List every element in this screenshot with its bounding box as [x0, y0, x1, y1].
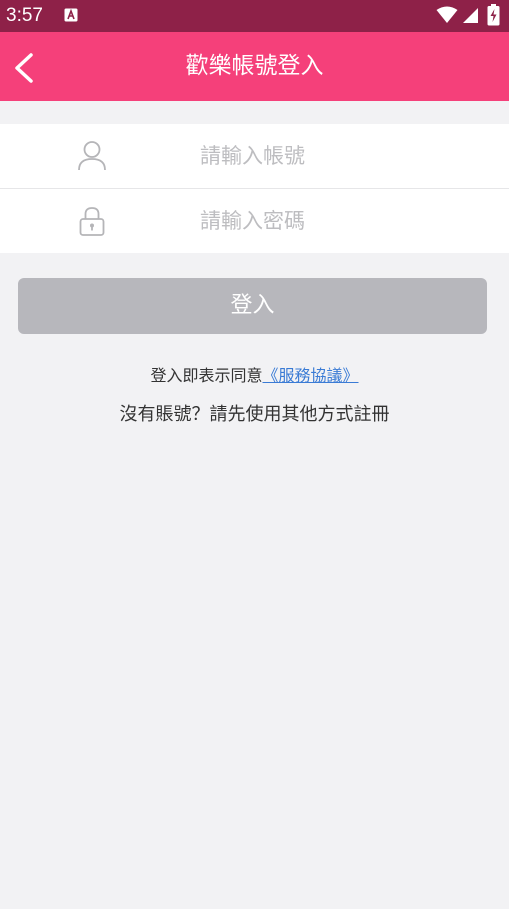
service-agreement-link[interactable]: 《服務協議》 — [263, 366, 359, 385]
a-notification-icon — [64, 8, 78, 22]
user-icon — [78, 141, 106, 171]
page-title: 歡樂帳號登入 — [185, 53, 324, 79]
lock-icon — [79, 207, 105, 236]
agreement-prefix: 登入即表示同意 — [150, 366, 263, 385]
login-button[interactable]: 登入 — [18, 278, 487, 334]
battery-charging-icon — [487, 4, 500, 26]
password-field-row — [0, 189, 509, 253]
agreement-text: 登入即表示同意《服務協議》 — [0, 364, 509, 388]
status-time: 3:57 — [6, 5, 43, 26]
account-input[interactable] — [200, 136, 460, 176]
password-input[interactable] — [200, 201, 460, 241]
wifi-icon — [436, 6, 458, 23]
cell-signal-icon — [463, 8, 478, 23]
account-field-row — [0, 124, 509, 188]
register-hint: 沒有賬號？請先使用其他方式註冊 — [119, 404, 390, 425]
status-bar: 3:57 — [0, 0, 509, 32]
